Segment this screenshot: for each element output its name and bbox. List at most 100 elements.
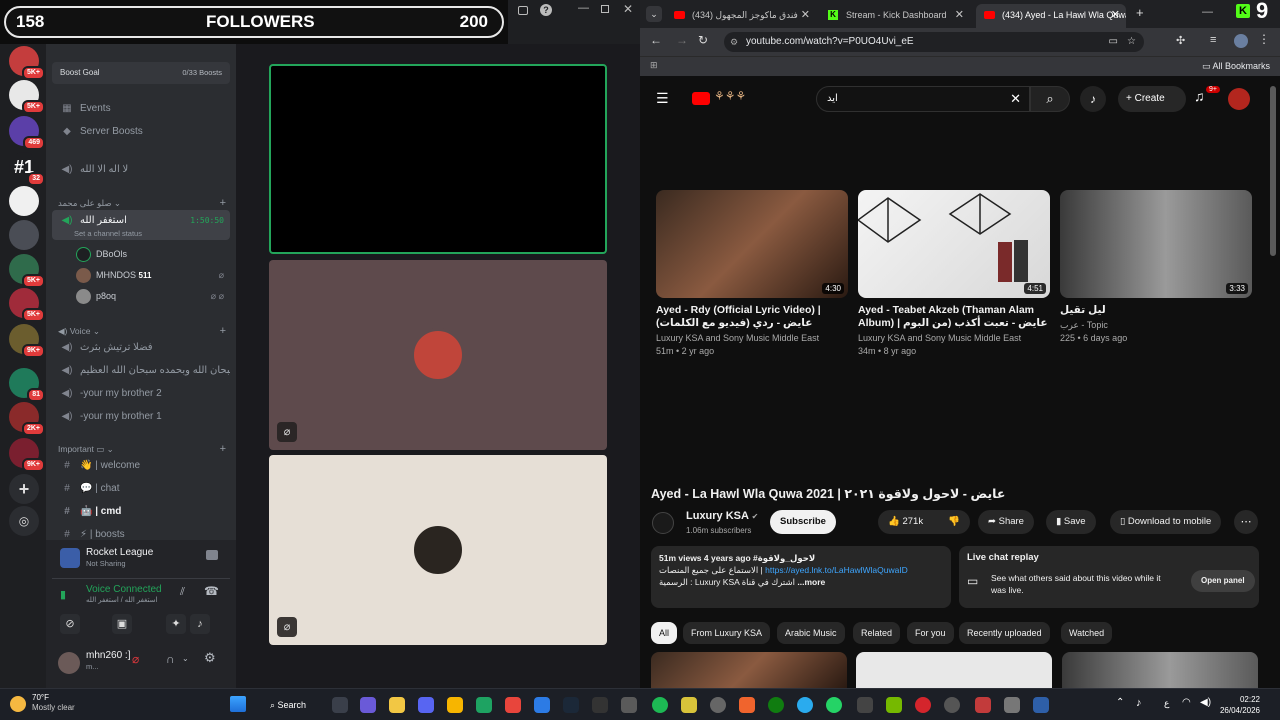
- tab[interactable]: (434) فندق ماكوجز المجهول ✕: [666, 4, 816, 28]
- mic-muted-icon[interactable]: ⌀: [132, 652, 139, 666]
- inbox-icon[interactable]: [518, 6, 528, 15]
- voice-user[interactable]: MHNDOS 511 ⌀: [76, 265, 228, 285]
- telegram-icon[interactable]: [797, 697, 813, 713]
- share-screen-icon[interactable]: ▣: [112, 614, 132, 634]
- text-channel[interactable]: # 💬 | chat: [52, 478, 230, 500]
- app-icon[interactable]: [915, 697, 931, 713]
- video-card[interactable]: 4:51 Ayed - Teabet Akzeb (Thaman Alam Al…: [858, 190, 1050, 358]
- profile-avatar[interactable]: [1234, 34, 1248, 48]
- clear-search-icon[interactable]: ✕: [1010, 91, 1021, 107]
- app-icon[interactable]: [857, 697, 873, 713]
- app-icon[interactable]: [1004, 697, 1020, 713]
- chrome-icon[interactable]: [505, 697, 521, 713]
- copilot-icon[interactable]: [360, 697, 376, 713]
- all-bookmarks[interactable]: ▭ All Bookmarks: [1202, 61, 1270, 72]
- microphone-icon[interactable]: ♪: [1080, 86, 1106, 112]
- video-title[interactable]: Ayed - Teabet Akzeb (Thaman Alam Album) …: [858, 304, 1050, 330]
- site-info-icon[interactable]: ⚙: [730, 32, 738, 52]
- show-hidden-icons[interactable]: ⌃: [1116, 697, 1124, 708]
- weather-icon[interactable]: [10, 696, 26, 712]
- notifications-bell-icon[interactable]: ♫: [1194, 88, 1205, 104]
- tab-search-icon[interactable]: ⌄: [646, 6, 662, 22]
- server-icon[interactable]: 5K+: [9, 288, 45, 322]
- voice-channel[interactable]: ◀) لا اله الا الله: [52, 159, 230, 181]
- like-button[interactable]: 👍 271k: [888, 516, 923, 527]
- add-channel-icon[interactable]: +: [220, 442, 226, 456]
- media-icon[interactable]: ≡: [1210, 34, 1216, 46]
- app-icon[interactable]: [739, 697, 755, 713]
- channel-events[interactable]: ▦ Events: [52, 98, 230, 120]
- voice-user[interactable]: p8oq ⌀ ⌀: [76, 286, 228, 306]
- tab-active[interactable]: (434) Ayed - La Hawl Wla Quwa ✕: [976, 4, 1126, 28]
- youtube-logo-icon[interactable]: [692, 92, 710, 105]
- video-thumbnail[interactable]: [856, 652, 1052, 688]
- dislike-button[interactable]: 👎: [948, 510, 960, 534]
- video-channel[interactable]: عرب - Topic: [1060, 319, 1252, 332]
- video-thumbnail[interactable]: [651, 652, 847, 688]
- channel-server-boosts[interactable]: ◆ Server Boosts: [52, 121, 230, 143]
- headphones-icon[interactable]: ∩: [166, 652, 175, 666]
- discord-icon[interactable]: [418, 697, 434, 713]
- video-thumbnail[interactable]: [1062, 652, 1258, 688]
- video-title[interactable]: ليل تقيل: [1060, 304, 1252, 317]
- wifi-icon[interactable]: ◠: [1182, 697, 1191, 708]
- search-input[interactable]: ايد ✕: [816, 86, 1030, 112]
- back-icon[interactable]: ←: [650, 33, 662, 47]
- chip-all[interactable]: All: [651, 622, 678, 644]
- activities-icon[interactable]: ✦: [166, 614, 186, 634]
- add-channel-icon[interactable]: +: [220, 196, 226, 210]
- close-icon[interactable]: ✕: [623, 2, 633, 16]
- discover-icon[interactable]: ◎: [9, 506, 39, 536]
- start-windows-icon[interactable]: [230, 696, 246, 712]
- voice-channel[interactable]: ◀) سبحان الله وبحمده سبحان الله العظيم: [52, 360, 230, 382]
- channel-avatar[interactable]: [652, 512, 674, 534]
- xbox-icon[interactable]: [768, 697, 784, 713]
- server-icon[interactable]: 5K+: [9, 46, 45, 80]
- extensions-icon[interactable]: ✣: [1176, 34, 1185, 47]
- taskbar-search[interactable]: ⌕ Search: [262, 694, 324, 716]
- active-voice-channel[interactable]: ◀) استغفر الله 1:50:50 Set a channel stat…: [52, 210, 230, 240]
- chip[interactable]: Watched: [1061, 622, 1113, 644]
- doodle-icon[interactable]: ⚘⚘⚘: [714, 89, 746, 103]
- close-tab-icon[interactable]: ✕: [955, 4, 964, 26]
- download-button[interactable]: ▯ Download to mobile: [1110, 510, 1222, 534]
- text-channel[interactable]: # 🤖 | cmd: [52, 501, 230, 523]
- reload-icon[interactable]: ↻: [698, 33, 708, 47]
- chrome-icon[interactable]: [476, 697, 492, 713]
- save-button[interactable]: ▮ Save: [1046, 510, 1096, 534]
- screen-share-icon[interactable]: [206, 550, 218, 560]
- subscribe-button[interactable]: Subscribe: [770, 510, 836, 534]
- disconnect-icon[interactable]: ☎: [204, 584, 219, 598]
- video-tile[interactable]: ⌀: [269, 260, 607, 450]
- avatar[interactable]: [1228, 88, 1250, 110]
- server-icon[interactable]: [9, 220, 39, 250]
- apps-icon[interactable]: ⊞: [650, 60, 658, 71]
- settings-gear-icon[interactable]: ⚙: [204, 650, 216, 666]
- app-icon[interactable]: [975, 697, 991, 713]
- close-tab-icon[interactable]: ✕: [801, 4, 810, 26]
- add-server-icon[interactable]: +: [9, 474, 39, 504]
- voice-channel[interactable]: ◀) فضلا ترتيش بثرث: [52, 337, 230, 359]
- video-title[interactable]: Ayed - Rdy (Official Lyric Video) | عايض…: [656, 304, 848, 330]
- spotify-icon[interactable]: [652, 697, 668, 713]
- channel-name[interactable]: Luxury KSA ✔: [686, 510, 758, 522]
- forward-icon[interactable]: →: [676, 33, 688, 47]
- server-icon[interactable]: 9K+: [9, 324, 45, 358]
- server-icon[interactable]: #1 32: [9, 152, 45, 186]
- camera-off-icon[interactable]: ⊘: [60, 614, 80, 634]
- share-button[interactable]: ➦ Share: [978, 510, 1034, 534]
- video-thumbnail[interactable]: 4:51: [858, 190, 1050, 298]
- server-icon[interactable]: 81: [9, 368, 45, 402]
- chevron-down-icon[interactable]: ⌄: [182, 654, 189, 663]
- add-channel-icon[interactable]: +: [220, 324, 226, 338]
- video-card[interactable]: 3:33 ليل تقيل عرب - Topic 225 • 6 days a…: [1060, 190, 1252, 345]
- soundboard-icon[interactable]: ♪: [190, 614, 210, 634]
- microphone-icon[interactable]: ♪: [1136, 697, 1142, 709]
- video-card[interactable]: 4:30 Ayed - Rdy (Official Lyric Video) |…: [656, 190, 848, 358]
- scrollbar-thumb[interactable]: [1270, 86, 1276, 256]
- video-tile[interactable]: ⌀: [269, 455, 607, 645]
- chip[interactable]: From Luxury KSA: [683, 622, 771, 644]
- chip[interactable]: Related: [853, 622, 901, 644]
- chip[interactable]: Recently uploaded: [959, 622, 1050, 644]
- boost-goal[interactable]: Boost Goal 0/33 Boosts: [52, 62, 230, 84]
